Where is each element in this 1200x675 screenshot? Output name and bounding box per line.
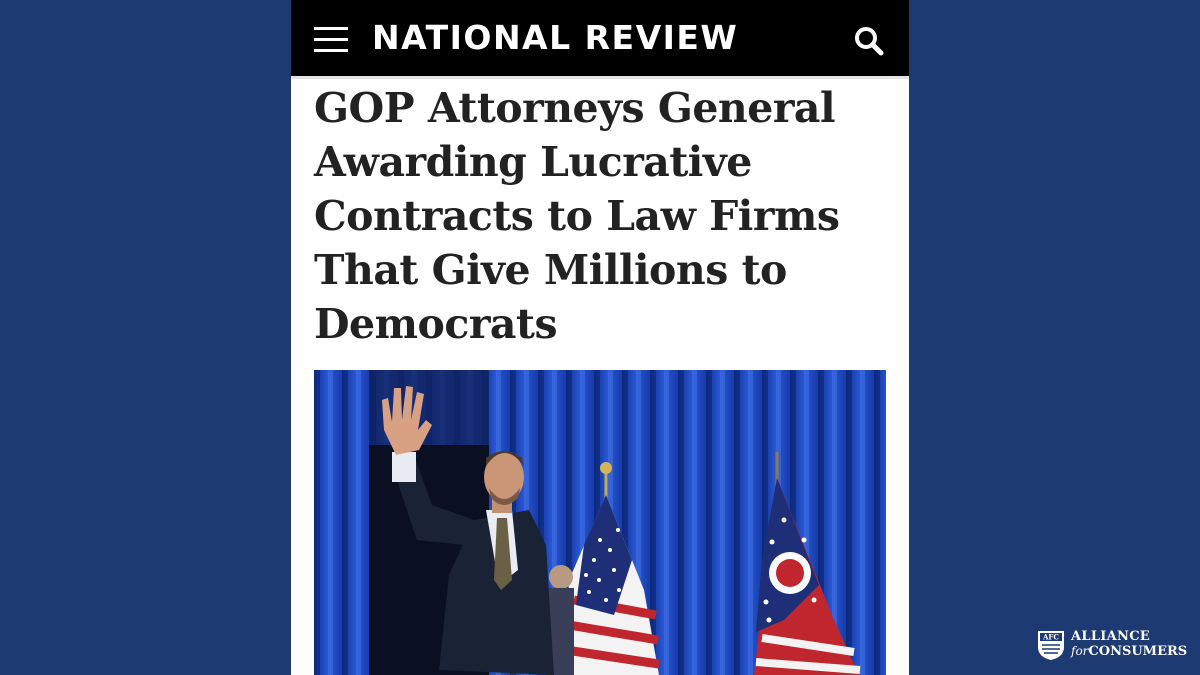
site-logo[interactable]: NATIONAL REVIEW — [372, 18, 738, 58]
hamburger-menu-icon[interactable] — [314, 27, 348, 53]
article-photo — [314, 370, 886, 675]
alliance-for-consumers-logo: AFC ALLIANCE forCONSUMERS — [1036, 629, 1196, 663]
afc-shield-icon: AFC — [1038, 631, 1064, 660]
search-icon[interactable] — [853, 25, 885, 57]
header-divider — [291, 76, 909, 79]
afc-badge-text: AFC — [1042, 633, 1059, 642]
logo-line-2: forCONSUMERS — [1071, 644, 1188, 659]
logo-line-1: ALLIANCE — [1071, 629, 1151, 644]
article-card: NATIONAL REVIEW GOP Attorneys General Aw… — [291, 0, 909, 675]
article-headline[interactable]: GOP Attorneys General Awarding Lucrative… — [314, 81, 894, 351]
site-header: NATIONAL REVIEW — [291, 0, 909, 76]
